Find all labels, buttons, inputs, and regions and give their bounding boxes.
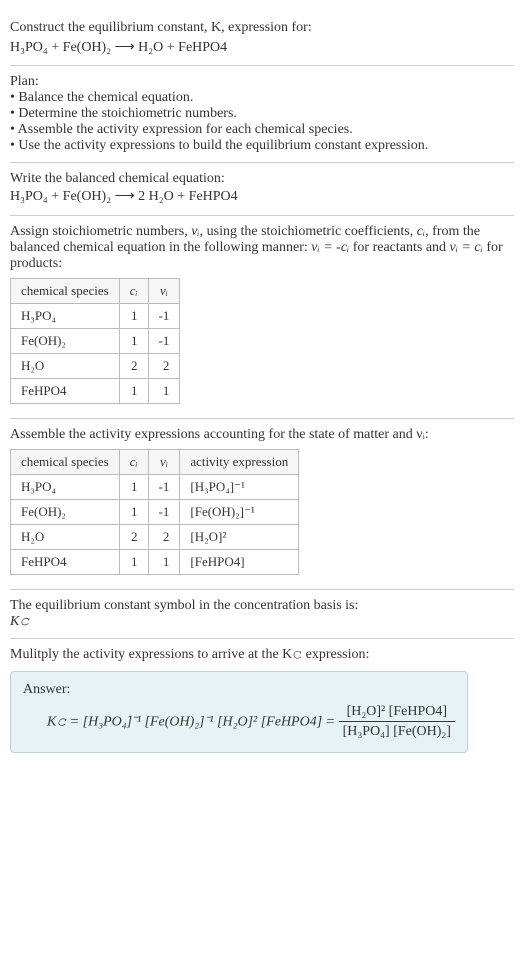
cell-species: FeHPO4 xyxy=(11,378,120,403)
cell-ci: 1 xyxy=(119,549,148,574)
table-row: FeHPO4 1 1 [FeHPO4] xyxy=(11,549,299,574)
table-row: H₃PO₄ 1 -1 [H₃PO₄]⁻¹ xyxy=(11,474,299,499)
col-ci: cᵢ xyxy=(119,278,148,303)
balanced-heading: Write the balanced chemical equation: xyxy=(10,171,514,187)
cell-vi: 1 xyxy=(148,378,180,403)
table-row: Fe(OH)₂ 1 -1 xyxy=(11,328,180,353)
cell-ci: 1 xyxy=(119,328,148,353)
cell-species: H₂O xyxy=(11,353,120,378)
stoich-rel2: νᵢ = cᵢ xyxy=(450,240,483,255)
cell-vi: -1 xyxy=(148,328,180,353)
table-row: H₂O 2 2 xyxy=(11,353,180,378)
cell-species: H₃PO₄ xyxy=(11,303,120,328)
cell-vi: 2 xyxy=(148,353,180,378)
activity-intro: Assemble the activity expressions accoun… xyxy=(10,427,514,443)
stoich-t1: Assign stoichiometric numbers, xyxy=(10,224,191,239)
stoich-t2: , using the stoichiometric coefficients, xyxy=(200,224,417,239)
balanced-equation: H₃PO₄ + Fe(OH)₂ ⟶ 2 H₂O + FeHPO4 xyxy=(10,187,514,207)
cell-ci: 1 xyxy=(119,378,148,403)
cell-vi: 1 xyxy=(148,549,180,574)
stoich-table: chemical species cᵢ νᵢ H₃PO₄ 1 -1 Fe(OH)… xyxy=(10,278,180,404)
cell-species: H₂O xyxy=(11,524,120,549)
plan-item-4: • Use the activity expressions to build … xyxy=(10,138,514,154)
answer-lhs: K𝚌 = [H₃PO₄]⁻¹ [Fe(OH)₂]⁻¹ [H₂O]² [FeHPO… xyxy=(47,714,339,729)
cell-vi: -1 xyxy=(148,303,180,328)
prompt-line1: Construct the equilibrium constant, K, e… xyxy=(10,18,514,38)
cell-species: Fe(OH)₂ xyxy=(11,328,120,353)
answer-fraction: [H₂O]² [FeHPO4] [H₃PO₄] [Fe(OH)₂] xyxy=(339,702,455,742)
cell-expr: [H₂O]² xyxy=(180,524,299,549)
table-row: H₃PO₄ 1 -1 xyxy=(11,303,180,328)
col-expr: activity expression xyxy=(180,449,299,474)
fraction-numerator: [H₂O]² [FeHPO4] xyxy=(339,702,455,723)
table-row: FeHPO4 1 1 xyxy=(11,378,180,403)
col-species: chemical species xyxy=(11,449,120,474)
stoich-intro: Assign stoichiometric numbers, νᵢ, using… xyxy=(10,224,514,272)
cell-vi: -1 xyxy=(148,474,180,499)
table-header-row: chemical species cᵢ νᵢ xyxy=(11,278,180,303)
cell-species: Fe(OH)₂ xyxy=(11,499,120,524)
stoich-rel1: νᵢ = -cᵢ xyxy=(311,240,349,255)
cell-expr: [FeHPO4] xyxy=(180,549,299,574)
col-vi: νᵢ xyxy=(148,278,180,303)
cell-species: FeHPO4 xyxy=(11,549,120,574)
kc-symbol-line1: The equilibrium constant symbol in the c… xyxy=(10,598,514,614)
cell-ci: 2 xyxy=(119,524,148,549)
table-header-row: chemical species cᵢ νᵢ activity expressi… xyxy=(11,449,299,474)
cell-expr: [Fe(OH)₂]⁻¹ xyxy=(180,499,299,524)
cell-ci: 2 xyxy=(119,353,148,378)
plan-heading: Plan: xyxy=(10,74,514,90)
plan-item-2: • Determine the stoichiometric numbers. xyxy=(10,106,514,122)
plan-item-1: • Balance the chemical equation. xyxy=(10,90,514,106)
answer-expression: K𝚌 = [H₃PO₄]⁻¹ [Fe(OH)₂]⁻¹ [H₂O]² [FeHPO… xyxy=(23,698,455,742)
cell-ci: 1 xyxy=(119,303,148,328)
table-row: H₂O 2 2 [H₂O]² xyxy=(11,524,299,549)
cell-vi: 2 xyxy=(148,524,180,549)
table-row: Fe(OH)₂ 1 -1 [Fe(OH)₂]⁻¹ xyxy=(11,499,299,524)
prompt-equation: H₃PO₄ + Fe(OH)₂ ⟶ H₂O + FeHPO4 xyxy=(10,38,514,58)
cell-species: H₃PO₄ xyxy=(11,474,120,499)
col-vi: νᵢ xyxy=(148,449,180,474)
answer-box: Answer: K𝚌 = [H₃PO₄]⁻¹ [Fe(OH)₂]⁻¹ [H₂O]… xyxy=(10,671,468,753)
fraction-denominator: [H₃PO₄] [Fe(OH)₂] xyxy=(339,722,455,742)
multiply-heading: Mulitply the activity expressions to arr… xyxy=(10,647,514,663)
stoich-vi: νᵢ xyxy=(191,224,199,239)
activity-table: chemical species cᵢ νᵢ activity expressi… xyxy=(10,449,299,575)
kc-symbol-line2: K𝚌 xyxy=(10,614,514,630)
col-species: chemical species xyxy=(11,278,120,303)
stoich-t4: for reactants and xyxy=(349,240,449,255)
cell-vi: -1 xyxy=(148,499,180,524)
stoich-ci: cᵢ xyxy=(417,224,425,239)
col-ci: cᵢ xyxy=(119,449,148,474)
cell-ci: 1 xyxy=(119,474,148,499)
answer-label: Answer: xyxy=(23,682,455,698)
plan-item-3: • Assemble the activity expression for e… xyxy=(10,122,514,138)
cell-ci: 1 xyxy=(119,499,148,524)
cell-expr: [H₃PO₄]⁻¹ xyxy=(180,474,299,499)
